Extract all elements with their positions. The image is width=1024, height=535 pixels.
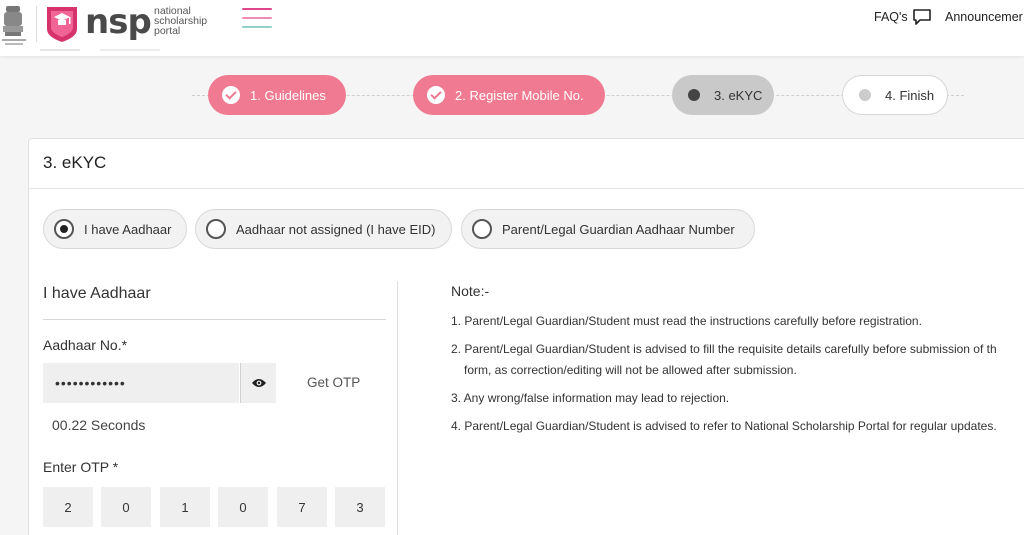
- logo-subtitle: national scholarship portal: [154, 6, 207, 37]
- ekyc-card: 3. eKYC I have Aadhaar Aadhaar not assig…: [28, 138, 1024, 535]
- step-finish[interactable]: 4. Finish: [842, 75, 948, 115]
- hamburger-line-2: [242, 17, 272, 19]
- step-register-mobile[interactable]: 2. Register Mobile No.: [413, 75, 605, 115]
- card-divider: [29, 188, 1024, 189]
- otp-digit-2[interactable]: 0: [101, 487, 151, 527]
- otp-digit-3[interactable]: 1: [160, 487, 210, 527]
- get-otp-button[interactable]: Get OTP: [307, 375, 360, 390]
- otp-digit-5[interactable]: 7: [277, 487, 327, 527]
- option-guardian-aadhaar[interactable]: Parent/Legal Guardian Aadhaar Number: [461, 209, 755, 249]
- nsp-logo-icon[interactable]: [44, 3, 80, 43]
- hamburger-line-1: [242, 8, 272, 10]
- show-password-button[interactable]: [240, 363, 276, 403]
- dot-icon: [859, 89, 871, 101]
- note-title: Note:-: [451, 283, 490, 299]
- otp-digit-4[interactable]: 0: [218, 487, 268, 527]
- step-guidelines[interactable]: 1. Guidelines: [208, 75, 346, 115]
- hamburger-menu-icon[interactable]: [242, 8, 272, 34]
- option-aadhaar-not-assigned[interactable]: Aadhaar not assigned (I have EID): [195, 209, 452, 249]
- nsp-logo-text: nsp: [85, 2, 152, 42]
- aadhaar-label: Aadhaar No.*: [43, 337, 128, 353]
- option-label: Aadhaar not assigned (I have EID): [236, 221, 436, 237]
- faq-link[interactable]: FAQ's: [874, 8, 932, 26]
- card-title: 3. eKYC: [43, 153, 107, 172]
- logo-sub-line-3: portal: [154, 25, 181, 37]
- note-item: 1. Parent/Legal Guardian/Student must re…: [451, 314, 922, 328]
- section-divider: [43, 319, 386, 320]
- step-label: 2. Register Mobile No.: [455, 87, 584, 103]
- otp-label: Enter OTP *: [43, 459, 119, 475]
- check-icon: [427, 86, 445, 104]
- national-emblem-icon: [2, 6, 26, 45]
- check-icon: [222, 86, 240, 104]
- note-item: 2. Parent/Legal Guardian/Student is advi…: [451, 342, 997, 356]
- radio-icon: [206, 219, 226, 239]
- dot-icon: [688, 89, 700, 101]
- otp-timer: 00.22 Seconds: [52, 417, 146, 433]
- note-item: 4. Parent/Legal Guardian/Student is advi…: [451, 419, 997, 433]
- header-divider: [36, 6, 37, 42]
- column-divider: [397, 281, 398, 535]
- otp-digit-1[interactable]: 2: [43, 487, 93, 527]
- option-label: Parent/Legal Guardian Aadhaar Number: [502, 221, 735, 237]
- chat-icon: [912, 9, 931, 25]
- note-item: 3. Any wrong/false information may lead …: [451, 391, 730, 405]
- aadhaar-input[interactable]: [43, 363, 239, 403]
- section-title: I have Aadhaar: [43, 285, 151, 302]
- otp-digit-6[interactable]: 3: [335, 487, 385, 527]
- option-label: I have Aadhaar: [84, 221, 172, 237]
- radio-icon: [472, 219, 492, 239]
- option-have-aadhaar[interactable]: I have Aadhaar: [43, 209, 187, 249]
- radio-selected-icon: [54, 219, 74, 239]
- step-ekyc[interactable]: 3. eKYC: [672, 75, 774, 115]
- faq-label: FAQ's: [874, 10, 908, 24]
- announcement-link[interactable]: Announcemer: [945, 10, 1023, 24]
- eye-icon: [251, 379, 266, 387]
- step-label: 4. Finish: [885, 87, 935, 103]
- step-label: 3. eKYC: [714, 87, 763, 103]
- breadcrumb: [40, 49, 160, 51]
- hamburger-line-3: [242, 26, 272, 28]
- step-label: 1. Guidelines: [250, 87, 326, 103]
- note-item: form, as correction/editing will not be …: [464, 363, 797, 377]
